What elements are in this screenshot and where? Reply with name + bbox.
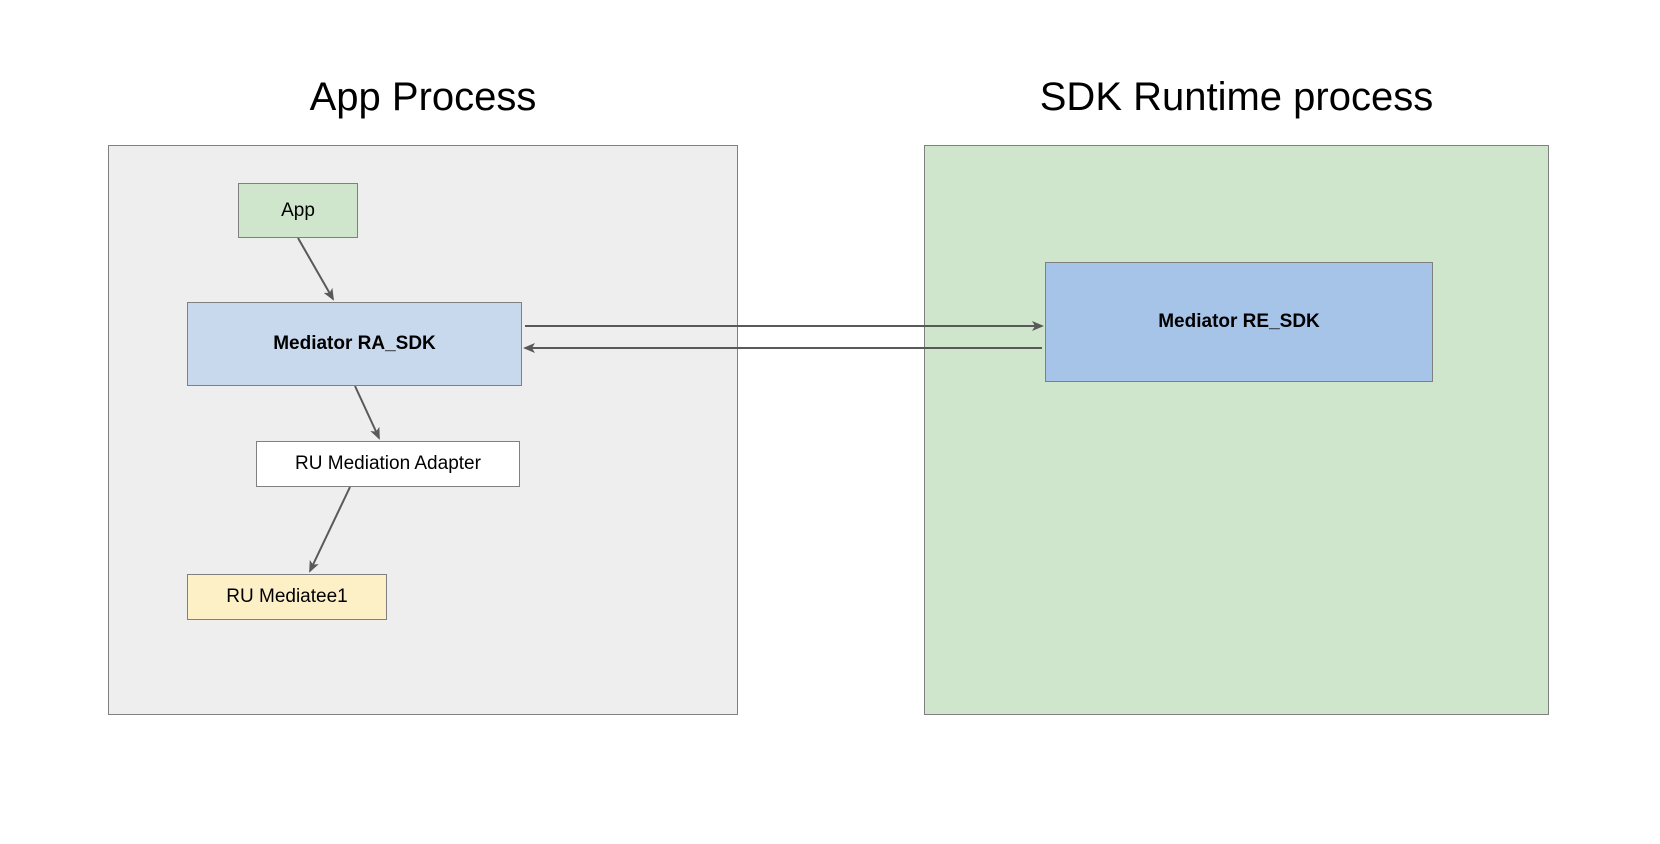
ru-mediation-adapter-box: RU Mediation Adapter	[256, 441, 520, 487]
app-box-label: App	[281, 200, 315, 222]
mediator-ra-box: Mediator RA_SDK	[187, 302, 522, 386]
sdk-runtime-container	[924, 145, 1549, 715]
mediator-ra-label: Mediator RA_SDK	[273, 333, 436, 355]
app-box: App	[238, 183, 358, 238]
app-process-container	[108, 145, 738, 715]
title-app-process: App Process	[108, 75, 738, 120]
title-sdk-runtime-process: SDK Runtime process	[924, 75, 1549, 120]
ru-mediatee-box: RU Mediatee1	[187, 574, 387, 620]
mediator-re-label: Mediator RE_SDK	[1158, 311, 1320, 333]
ru-mediatee-label: RU Mediatee1	[226, 586, 347, 608]
mediator-re-box: Mediator RE_SDK	[1045, 262, 1433, 382]
ru-mediation-adapter-label: RU Mediation Adapter	[295, 453, 481, 475]
